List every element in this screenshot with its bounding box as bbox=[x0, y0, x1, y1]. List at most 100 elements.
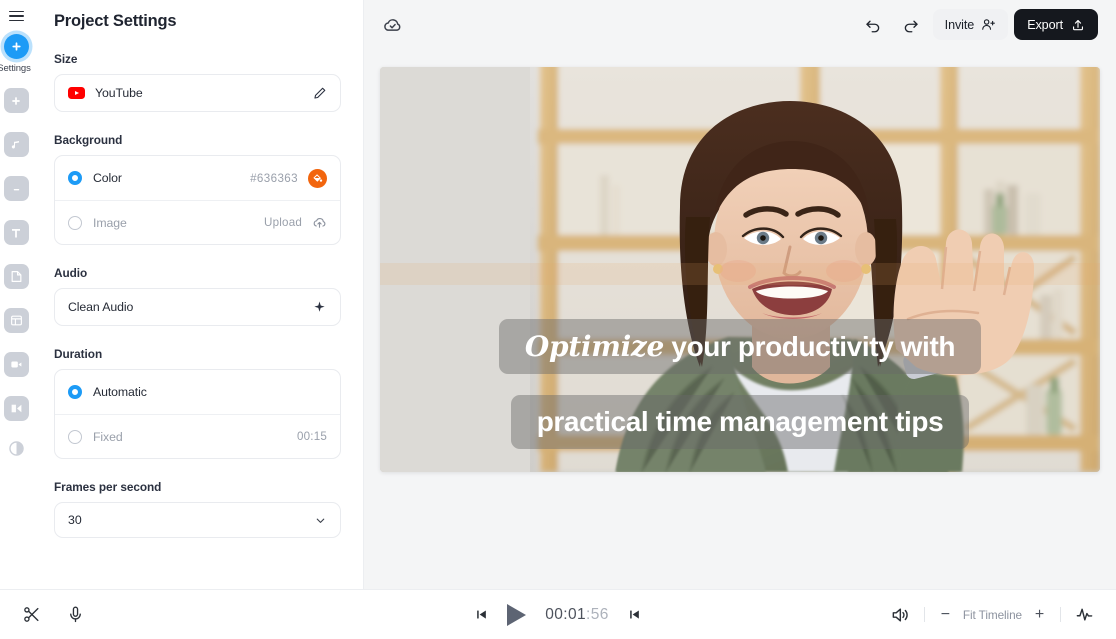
chevron-down-icon bbox=[314, 514, 327, 527]
caption-line-2-text: practical time management tips bbox=[536, 406, 944, 437]
sidebar-item-text[interactable] bbox=[0, 220, 32, 245]
color-swatch-button[interactable] bbox=[308, 168, 327, 188]
duration-fixed-radio[interactable] bbox=[68, 429, 82, 444]
background-color-label: Color bbox=[93, 171, 122, 185]
video-preview-area: Optimize your productivity with practica… bbox=[364, 49, 1116, 589]
timeline-toolbar: 00:01:56 − Fit Timeline + bbox=[0, 589, 1116, 639]
pencil-icon[interactable] bbox=[313, 86, 327, 100]
play-icon[interactable] bbox=[507, 603, 527, 626]
template-layout-icon bbox=[3, 308, 29, 333]
background-card: Color #636363 Image Upload bbox=[54, 155, 341, 245]
invite-button[interactable]: Invite bbox=[932, 9, 1009, 40]
playhead-time-frames: :56 bbox=[586, 605, 609, 623]
sidebar-item-settings[interactable]: Settings bbox=[0, 34, 32, 78]
add-media-icon bbox=[3, 88, 29, 113]
sidebar-item-transition[interactable] bbox=[0, 396, 32, 421]
microphone-icon[interactable] bbox=[66, 605, 85, 624]
stage-toolbar: Invite Export bbox=[364, 0, 1116, 49]
caption-line-1-box: Optimize your productivity with bbox=[498, 319, 982, 374]
zoom-level-label[interactable]: Fit Timeline bbox=[963, 608, 1022, 622]
background-color-value: #636363 bbox=[250, 171, 298, 185]
background-upload-label[interactable]: Upload bbox=[264, 216, 302, 229]
text-icon bbox=[3, 220, 29, 245]
upload-cloud-icon[interactable] bbox=[312, 215, 327, 230]
waveform-icon[interactable] bbox=[1075, 605, 1094, 624]
zoom-in-button[interactable]: + bbox=[1033, 606, 1046, 623]
caption-line-2[interactable]: practical time management tips bbox=[380, 395, 1100, 449]
sidebar-item-filter[interactable] bbox=[0, 440, 32, 465]
size-card: YouTube bbox=[54, 74, 341, 112]
transition-icon bbox=[3, 396, 29, 421]
background-color-row[interactable]: Color #636363 bbox=[55, 156, 340, 200]
volume-icon[interactable] bbox=[890, 605, 910, 625]
duration-label: Duration bbox=[54, 347, 103, 361]
sidebar-item-subtitles[interactable] bbox=[0, 176, 32, 201]
skip-to-start-icon[interactable] bbox=[475, 608, 488, 621]
undo-arrow-icon[interactable] bbox=[857, 9, 889, 41]
filter-contrast-icon bbox=[8, 441, 24, 456]
background-label: Background bbox=[54, 133, 123, 147]
scissors-icon[interactable] bbox=[22, 605, 41, 624]
background-group: Background Color #636363 Image Upload bbox=[54, 133, 341, 245]
audio-group: Audio Clean Audio bbox=[54, 266, 341, 326]
timeline-tools-right: − Fit Timeline + bbox=[890, 605, 1094, 625]
background-image-radio[interactable] bbox=[68, 215, 82, 230]
redo-arrow-icon[interactable] bbox=[895, 9, 927, 41]
stage-actions: Invite Export bbox=[857, 9, 1098, 41]
hamburger-menu-icon[interactable] bbox=[3, 7, 29, 25]
cloud-check-icon bbox=[382, 14, 403, 35]
sidebar-item-template[interactable] bbox=[0, 308, 32, 333]
invite-button-label: Invite bbox=[944, 17, 975, 32]
background-image-row[interactable]: Image Upload bbox=[55, 200, 340, 244]
sidebar-icon-list bbox=[0, 88, 32, 465]
duration-fixed-row[interactable]: Fixed 00:15 bbox=[55, 414, 340, 458]
caption-emphasis-word: Optimize bbox=[524, 330, 665, 363]
caption-line-2-box: practical time management tips bbox=[510, 395, 970, 449]
sidebar-item-settings-label: Settings bbox=[0, 63, 31, 74]
size-group: Size YouTube bbox=[54, 52, 341, 112]
background-color-radio[interactable] bbox=[68, 171, 82, 185]
audio-label: Audio bbox=[54, 266, 88, 280]
playhead-time: 00:01:56 bbox=[545, 606, 609, 624]
skip-to-end-icon[interactable] bbox=[628, 608, 641, 621]
page-title: Project Settings bbox=[54, 12, 177, 30]
zoom-controls: − Fit Timeline + bbox=[939, 606, 1046, 623]
paint-bucket-icon bbox=[313, 173, 323, 182]
clean-audio-row[interactable]: Clean Audio bbox=[55, 289, 340, 325]
caption-line-1[interactable]: Optimize your productivity with bbox=[380, 319, 1100, 374]
project-settings-panel: Project Settings Size YouTube Background bbox=[32, 0, 364, 589]
sidebar-item-video[interactable] bbox=[0, 352, 32, 377]
main-area: Settings Project Settings Size YouTube B… bbox=[0, 0, 1116, 589]
fps-group: Frames per second 30 bbox=[54, 480, 341, 538]
upload-box-icon bbox=[1073, 19, 1083, 30]
fps-select[interactable]: 30 bbox=[54, 502, 341, 538]
sparkle-icon[interactable] bbox=[312, 300, 327, 315]
audio-card: Clean Audio bbox=[54, 288, 341, 326]
size-preset-label: YouTube bbox=[95, 86, 143, 100]
zoom-out-button[interactable]: − bbox=[939, 606, 952, 623]
music-note-icon bbox=[3, 132, 29, 157]
playhead-time-main: 00:01 bbox=[545, 605, 587, 623]
video-canvas[interactable]: Optimize your productivity with practica… bbox=[380, 67, 1100, 472]
export-button-label: Export bbox=[1027, 17, 1063, 32]
duration-automatic-row[interactable]: Automatic bbox=[55, 370, 340, 414]
duration-automatic-radio[interactable] bbox=[68, 385, 82, 399]
duration-group: Duration Automatic Fixed 00:15 bbox=[54, 347, 341, 459]
youtube-icon bbox=[68, 87, 85, 99]
caption-line-1-text: your productivity with bbox=[664, 331, 956, 362]
fps-value: 30 bbox=[68, 513, 82, 527]
preview-stage: Invite Export Optimize your productivity… bbox=[364, 0, 1116, 589]
sidebar-item-audio[interactable] bbox=[0, 132, 32, 157]
add-person-icon bbox=[982, 19, 996, 30]
size-preset-row[interactable]: YouTube bbox=[55, 75, 340, 111]
background-image-label: Image bbox=[93, 215, 127, 230]
sidebar-item-add-media[interactable] bbox=[0, 88, 32, 113]
app-root: Settings Project Settings Size YouTube B… bbox=[0, 0, 1116, 639]
sticker-icon bbox=[3, 264, 29, 289]
duration-automatic-label: Automatic bbox=[93, 385, 147, 399]
divider bbox=[1060, 607, 1061, 622]
duration-fixed-value[interactable]: 00:15 bbox=[297, 430, 327, 443]
sidebar-item-sticker[interactable] bbox=[0, 264, 32, 289]
export-button[interactable]: Export bbox=[1014, 9, 1098, 40]
size-label: Size bbox=[54, 52, 78, 66]
